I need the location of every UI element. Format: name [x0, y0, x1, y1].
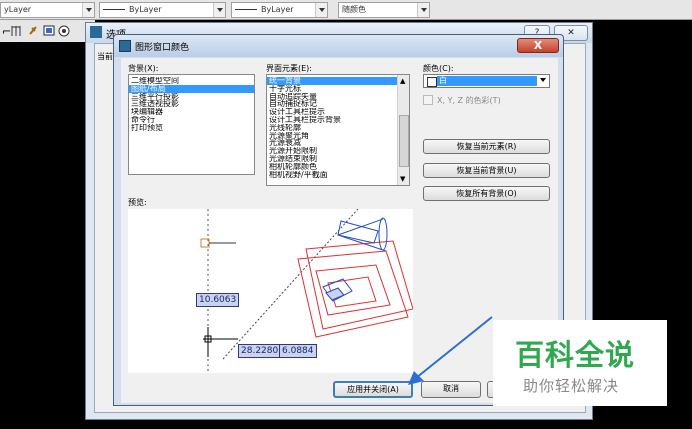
annotation-arrow [408, 316, 493, 385]
interface-list-item[interactable]: 自动追踪矢量 [267, 93, 399, 101]
restore-current-element-button[interactable]: 恢复当前元素(R) [423, 139, 550, 154]
context-list-item[interactable]: 命令行 [129, 116, 254, 124]
tool-icons-strip: ⌐ [0, 20, 95, 42]
interface-list-item[interactable]: 自动捕捉标记 [267, 100, 399, 108]
close-icon: X [533, 39, 543, 52]
interface-list-item[interactable]: 光线轮廓 [267, 124, 399, 132]
toolbar-icons[interactable]: ⌐ [0, 20, 95, 42]
color-dropdown[interactable]: 白 [423, 74, 550, 88]
restore-all-contexts-button[interactable]: 恢复所有背景(O) [423, 186, 550, 201]
watermark: 百科全说 助你轻松解决 [493, 320, 667, 406]
interface-list-item[interactable]: 相机轮廓颜色 [267, 163, 399, 171]
interface-elements-label: 界面元素(E): [266, 64, 312, 73]
context-list-item[interactable]: 三维平行投影 [129, 93, 254, 101]
scrollbar[interactable]: ▲ ▼ [397, 75, 409, 185]
preview-area: 10.6063 28.2280 6.0884 [128, 209, 413, 373]
interface-list-item[interactable]: 相机视野/平截面 [267, 171, 399, 179]
dialog-title: 图形窗口颜色 [135, 43, 190, 53]
interface-elements-listbox[interactable]: 统一背景 十字光标 自动追踪矢量 自动捕捉标记 设计工具栏提示 设计工具栏提示背景 光线轮廓… [266, 74, 410, 186]
scroll-down-icon[interactable]: ▼ [400, 175, 405, 183]
color-label: 颜色(C): [423, 64, 454, 73]
lineweight-combo[interactable]: ByLayer [231, 2, 328, 18]
interface-list-item[interactable]: 光源衰减 [267, 139, 399, 147]
chevron-down-icon [82, 3, 94, 17]
close-button[interactable]: X [517, 38, 559, 53]
interface-list-item[interactable]: 光源聚光角 [267, 132, 399, 140]
chevron-down-icon [315, 3, 327, 17]
color-value: 白 [437, 76, 537, 86]
chevron-down-icon [540, 78, 546, 82]
color-combo[interactable]: 随颜色 [338, 2, 430, 18]
properties-toolbar: yLayer ByLayer ByLayer 随颜色 [0, 0, 692, 20]
app-icon [119, 40, 131, 52]
context-list-item[interactable]: 块编辑器 [129, 108, 254, 116]
interface-list-item[interactable]: 设计工具栏提示 [267, 108, 399, 116]
context-list-item[interactable]: 打印预览 [129, 124, 254, 132]
context-label: 背景(X): [128, 64, 159, 73]
layer-combo[interactable]: yLayer [0, 2, 95, 18]
coordinate-tooltip-x: 28.2280 [238, 344, 282, 358]
color-swatch [427, 77, 437, 87]
context-list-item[interactable]: 三维透视投影 [129, 100, 254, 108]
scrollbar-thumb[interactable] [399, 115, 409, 167]
context-list-item[interactable]: 二维模型空间 [129, 77, 254, 85]
chevron-down-icon [417, 3, 429, 17]
context-list-item[interactable]: 图纸/布局 [129, 84, 254, 93]
interface-list-item[interactable]: 十字光标 [267, 85, 399, 93]
context-listbox[interactable]: 二维模型空间 图纸/布局 三维平行投影 三维透视投影 块编辑器 命令行 打印预览 [128, 74, 255, 175]
preview-label: 预览: [128, 198, 147, 207]
coordinate-tooltip-y: 6.0884 [279, 344, 317, 358]
dialog-title-bar: 图形窗口颜色 X [114, 35, 563, 57]
tint-checkbox[interactable] [423, 95, 433, 105]
interface-list-item[interactable]: 光源结束限制 [267, 155, 399, 163]
app-icon [90, 26, 102, 38]
watermark-title: 百科全说 [515, 338, 636, 372]
coordinate-tooltip-distance: 10.6063 [196, 293, 240, 307]
interface-list-item[interactable]: 光源开始限制 [267, 147, 399, 155]
svg-text:⌐: ⌐ [2, 25, 11, 38]
tint-label: X, Y, Z 的色彩(T) [437, 96, 501, 105]
restore-current-context-button[interactable]: 恢复当前背景(U) [423, 163, 550, 178]
interface-list-item[interactable]: 设计工具栏提示背景 [267, 116, 399, 124]
current-profile-label: 当前 [97, 52, 113, 61]
chevron-down-icon [213, 3, 225, 17]
interface-list-item[interactable]: 统一背景 [267, 77, 399, 85]
watermark-subtitle: 助你轻松解决 [523, 377, 620, 395]
scroll-up-icon[interactable]: ▲ [400, 77, 405, 85]
linetype-combo[interactable]: ByLayer [99, 2, 226, 18]
